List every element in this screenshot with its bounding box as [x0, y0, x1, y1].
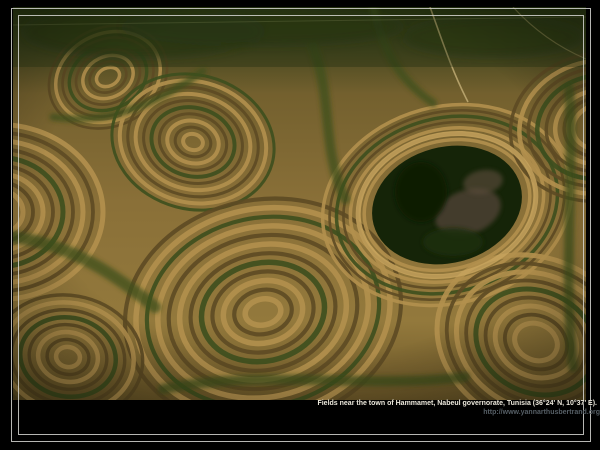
aerial-photo-illustration: [13, 7, 586, 400]
wallpaper-background: Fields near the town of Hammamet, Nabeul…: [0, 0, 600, 450]
aerial-photo: [13, 7, 586, 400]
photo-caption: Fields near the town of Hammamet, Nabeul…: [317, 400, 597, 407]
photo-credit-url: http://www.yannarthusbertrand.org: [483, 409, 600, 416]
